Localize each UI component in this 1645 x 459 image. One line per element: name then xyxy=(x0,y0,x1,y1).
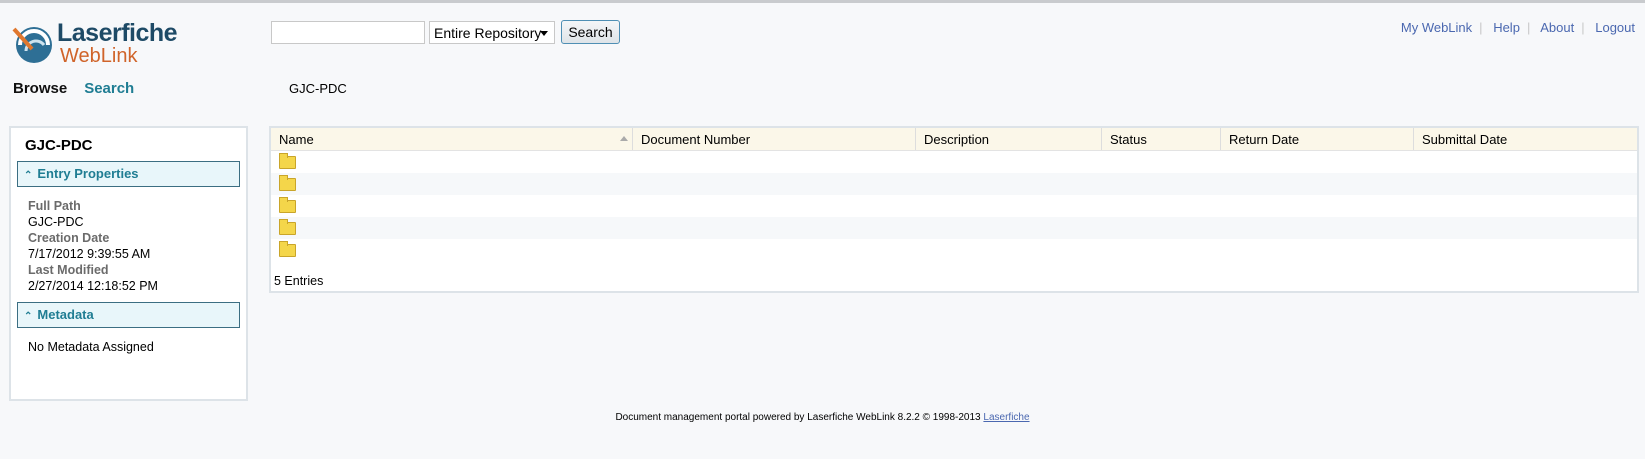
col-status[interactable]: Status xyxy=(1102,128,1221,150)
table-row[interactable] xyxy=(271,239,1637,261)
chevron-down-icon xyxy=(540,31,548,40)
prop-label: Creation Date xyxy=(28,231,110,245)
section-label: Metadata xyxy=(37,307,94,322)
prop-label: Full Path xyxy=(28,199,81,213)
main-nav: Browse Search xyxy=(13,80,134,97)
grid-header: Name Document Number Description Status … xyxy=(271,128,1637,151)
section-label: Entry Properties xyxy=(37,166,139,181)
folder-icon xyxy=(279,175,296,191)
laserfiche-link[interactable]: Laserfiche xyxy=(983,412,1029,423)
grid-rows xyxy=(271,151,1637,261)
table-row[interactable] xyxy=(271,217,1637,239)
logo-globe-icon xyxy=(12,27,52,63)
about-link[interactable]: About xyxy=(1540,20,1574,35)
prop-value: 7/17/2012 9:39:55 AM xyxy=(28,247,151,261)
breadcrumb[interactable]: GJC-PDC xyxy=(289,81,347,96)
table-row[interactable] xyxy=(271,173,1637,195)
collapse-icon: ⌃ xyxy=(24,170,33,181)
search-scope-select[interactable]: Entire Repository xyxy=(429,21,555,44)
prop-value: 2/27/2014 12:18:52 PM xyxy=(28,279,158,293)
logout-link[interactable]: Logout xyxy=(1595,20,1635,35)
folder-icon xyxy=(279,219,296,235)
footer: Document management portal powered by La… xyxy=(0,412,1645,423)
metadata-text: No Metadata Assigned xyxy=(28,340,154,354)
prop-value: GJC-PDC xyxy=(28,215,84,229)
sort-asc-icon xyxy=(620,136,628,141)
col-description[interactable]: Description xyxy=(916,128,1102,150)
col-return-date[interactable]: Return Date xyxy=(1221,128,1414,150)
folder-icon xyxy=(279,197,296,213)
col-name[interactable]: Name xyxy=(271,128,633,150)
table-row[interactable] xyxy=(271,151,1637,173)
col-document-number[interactable]: Document Number xyxy=(633,128,916,150)
logo-product: WebLink xyxy=(60,45,138,67)
table-row[interactable] xyxy=(271,195,1637,217)
logo-name: Laserfiche xyxy=(57,19,178,47)
col-submittal-date[interactable]: Submittal Date xyxy=(1414,128,1637,150)
nav-search[interactable]: Search xyxy=(84,80,134,97)
entry-count: 5 Entries xyxy=(274,274,324,288)
entries-grid: Name Document Number Description Status … xyxy=(269,126,1639,293)
metadata-header[interactable]: ⌃ Metadata xyxy=(17,302,240,328)
folder-icon xyxy=(279,153,296,169)
collapse-icon: ⌃ xyxy=(24,311,33,322)
panel-title: GJC-PDC xyxy=(25,137,93,154)
my-weblink-link[interactable]: My WebLink xyxy=(1401,20,1472,35)
nav-browse[interactable]: Browse xyxy=(13,80,67,97)
entry-properties: Full Path GJC-PDC Creation Date 7/17/201… xyxy=(28,198,246,294)
top-links: My WebLink | Help | About | Logout xyxy=(1400,20,1635,35)
search-input[interactable] xyxy=(271,21,425,44)
properties-panel: GJC-PDC ⌃ Entry Properties Full Path GJC-… xyxy=(9,126,248,401)
prop-label: Last Modified xyxy=(28,263,109,277)
entry-properties-header[interactable]: ⌃ Entry Properties xyxy=(17,161,240,187)
folder-icon xyxy=(279,241,296,257)
search-button[interactable]: Search xyxy=(561,20,620,44)
help-link[interactable]: Help xyxy=(1493,20,1520,35)
footer-text: Document management portal powered by La… xyxy=(615,412,984,423)
laserfiche-logo[interactable]: Laserfiche WebLink xyxy=(10,17,185,67)
scope-value: Entire Repository xyxy=(434,25,542,41)
